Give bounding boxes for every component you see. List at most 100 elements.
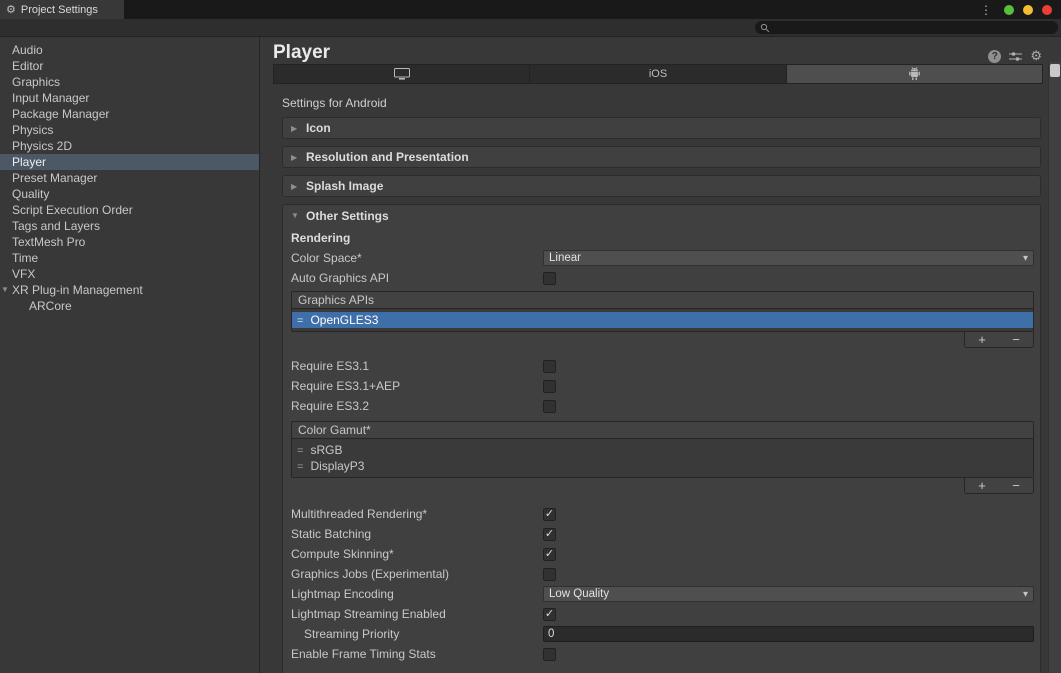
sidebar-item-physics-2d[interactable]: Physics 2D — [0, 138, 259, 154]
foldout-closed-icon — [291, 182, 299, 191]
sidebar-item-label: Quality — [12, 187, 49, 201]
sidebar-item-player[interactable]: Player — [0, 154, 259, 170]
sidebar-item-quality[interactable]: Quality — [0, 186, 259, 202]
graphics-apis-list-footer: + − — [291, 332, 1034, 348]
row-streaming-priority: Streaming Priority 0 — [291, 624, 1034, 644]
panel-header-icons — [988, 48, 1042, 64]
other-settings-header[interactable]: Other Settings — [283, 205, 1040, 226]
graphics-apis-list-header: Graphics APIs — [292, 292, 1033, 309]
multithreaded-rendering-checkbox[interactable] — [543, 508, 556, 521]
sidebar-item-script-execution-order[interactable]: Script Execution Order — [0, 202, 259, 218]
add-button[interactable]: + — [965, 332, 999, 347]
help-icon[interactable] — [988, 50, 1001, 63]
window-button-close[interactable] — [1042, 5, 1052, 15]
sidebar-item-editor[interactable]: Editor — [0, 58, 259, 74]
color-space-dropdown[interactable]: Linear — [543, 250, 1034, 266]
tab-ios[interactable]: iOS — [530, 64, 786, 84]
tab-android[interactable] — [787, 64, 1043, 84]
graphics-jobs-checkbox[interactable] — [543, 568, 556, 581]
toolbar — [0, 19, 1061, 37]
setting-label: Require ES3.1+AEP — [291, 379, 543, 393]
sidebar-item-arcore[interactable]: ARCore — [0, 298, 259, 314]
sidebar-item-vfx[interactable]: VFX — [0, 266, 259, 282]
sidebar-item-package-manager[interactable]: Package Manager — [0, 106, 259, 122]
section-icon[interactable]: Icon — [282, 117, 1041, 139]
presets-icon[interactable] — [1009, 51, 1022, 62]
sidebar-item-label: Script Execution Order — [12, 203, 133, 217]
list-item-label: DisplayP3 — [310, 459, 364, 473]
search-icon — [760, 23, 770, 33]
static-batching-checkbox[interactable] — [543, 528, 556, 541]
android-icon — [908, 67, 921, 81]
compute-skinning-checkbox[interactable] — [543, 548, 556, 561]
sidebar-item-textmesh-pro[interactable]: TextMesh Pro — [0, 234, 259, 250]
sidebar-item-xr-plugin-management[interactable]: XR Plug-in Management — [0, 282, 259, 298]
window-title: Project Settings — [21, 4, 98, 16]
setting-label: Lightmap Streaming Enabled — [291, 607, 543, 621]
remove-button[interactable]: − — [999, 332, 1033, 347]
list-item-displayp3[interactable]: DisplayP3 — [292, 458, 1033, 474]
color-gamut-list-body: sRGB DisplayP3 — [292, 439, 1033, 477]
require-es31-aep-checkbox[interactable] — [543, 380, 556, 393]
tab-label: iOS — [649, 68, 667, 80]
lightmap-encoding-dropdown[interactable]: Low Quality — [543, 586, 1034, 602]
kebab-menu-icon[interactable]: ⋮ — [980, 3, 992, 17]
setting-label: Enable Frame Timing Stats — [291, 647, 543, 661]
row-auto-graphics-api: Auto Graphics API — [291, 268, 1034, 288]
section-title: Icon — [306, 121, 331, 135]
vertical-scrollbar[interactable] — [1048, 62, 1061, 673]
section-other-settings: Other Settings Rendering Color Space* Li… — [282, 204, 1041, 673]
tab-standalone[interactable] — [273, 64, 530, 84]
window-tab-project-settings[interactable]: Project Settings — [0, 0, 124, 19]
sidebar-item-label: Preset Manager — [12, 171, 97, 185]
sidebar-item-label: TextMesh Pro — [12, 235, 85, 249]
window-button-green[interactable] — [1004, 5, 1014, 15]
settings-sections: Icon Resolution and Presentation Splash … — [282, 117, 1041, 673]
setting-label: Graphics Jobs (Experimental) — [291, 567, 543, 581]
drag-handle-icon[interactable] — [297, 443, 303, 457]
row-multithreaded-rendering: Multithreaded Rendering* — [291, 504, 1034, 524]
sidebar-item-input-manager[interactable]: Input Manager — [0, 90, 259, 106]
search-input[interactable] — [755, 21, 1058, 34]
platform-tabs: iOS — [273, 64, 1043, 84]
sidebar-item-time[interactable]: Time — [0, 250, 259, 266]
require-es31-checkbox[interactable] — [543, 360, 556, 373]
list-item-srgb[interactable]: sRGB — [292, 442, 1033, 458]
settings-for-label: Settings for Android — [282, 96, 1048, 110]
setting-label: Static Batching — [291, 527, 543, 541]
foldout-open-icon[interactable] — [1, 282, 9, 298]
setting-label: Auto Graphics API — [291, 271, 543, 285]
section-resolution-and-presentation[interactable]: Resolution and Presentation — [282, 146, 1041, 168]
row-require-es31: Require ES3.1 — [291, 356, 1034, 376]
auto-graphics-api-checkbox[interactable] — [543, 272, 556, 285]
drag-handle-icon[interactable] — [297, 459, 303, 473]
sidebar-item-graphics[interactable]: Graphics — [0, 74, 259, 90]
add-button[interactable]: + — [965, 478, 999, 493]
other-settings-rows: Rendering Color Space* Linear Auto Graph… — [283, 226, 1040, 673]
chevron-down-icon — [1023, 252, 1028, 264]
sidebar-item-preset-manager[interactable]: Preset Manager — [0, 170, 259, 186]
list-item-opengles3[interactable]: OpenGLES3 — [292, 312, 1033, 328]
window-controls: ⋮ — [980, 0, 1052, 19]
dropdown-value: Linear — [549, 252, 1023, 264]
require-es32-checkbox[interactable] — [543, 400, 556, 413]
drag-handle-icon[interactable] — [297, 313, 303, 327]
sidebar-item-physics[interactable]: Physics — [0, 122, 259, 138]
sidebar-item-tags-and-layers[interactable]: Tags and Layers — [0, 218, 259, 234]
sidebar-item-audio[interactable]: Audio — [0, 42, 259, 58]
sidebar-item-label: XR Plug-in Management — [12, 283, 143, 297]
streaming-priority-input[interactable]: 0 — [543, 626, 1034, 642]
lightmap-streaming-checkbox[interactable] — [543, 608, 556, 621]
section-title: Other Settings — [306, 209, 389, 223]
scrollbar-thumb[interactable] — [1050, 64, 1060, 77]
row-require-es32: Require ES3.2 — [291, 396, 1034, 416]
frame-timing-stats-checkbox[interactable] — [543, 648, 556, 661]
row-lightmap-encoding: Lightmap Encoding Low Quality — [291, 584, 1034, 604]
section-splash-image[interactable]: Splash Image — [282, 175, 1041, 197]
settings-gear-icon[interactable] — [1030, 48, 1042, 64]
panel-header: Player — [261, 37, 1048, 64]
color-gamut-list-footer: + − — [291, 478, 1034, 494]
window-button-yellow[interactable] — [1023, 5, 1033, 15]
remove-button[interactable]: − — [999, 478, 1033, 493]
sidebar-item-label: VFX — [12, 267, 35, 281]
